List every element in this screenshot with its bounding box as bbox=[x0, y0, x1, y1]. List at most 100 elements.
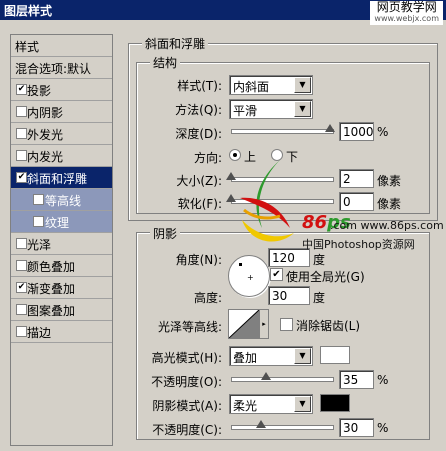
window-title: 图层样式 bbox=[4, 4, 53, 18]
gloss-contour-preview[interactable] bbox=[228, 309, 260, 339]
shadow-mode-select[interactable]: 柔光 ▼ bbox=[229, 394, 313, 414]
style-list-label: 斜面和浮雕 bbox=[27, 172, 88, 186]
size-unit: 像素 bbox=[377, 174, 402, 188]
style-list-checkbox[interactable] bbox=[16, 128, 27, 139]
style-list-checkbox[interactable] bbox=[16, 150, 27, 161]
highlight-mode-select[interactable]: 叠加 ▼ bbox=[229, 346, 313, 366]
style-list-label: 混合选项:默认 bbox=[15, 62, 92, 76]
depth-input[interactable]: 1000 bbox=[339, 122, 374, 141]
style-list-item[interactable]: 光泽 bbox=[11, 233, 112, 255]
style-list-item[interactable]: ✔ 渐变叠加 bbox=[11, 277, 112, 299]
altitude-unit: 度 bbox=[313, 291, 326, 305]
style-list-checkbox[interactable]: ✔ bbox=[16, 172, 27, 183]
style-list-checkbox[interactable] bbox=[16, 304, 27, 315]
style-list-item[interactable]: 描边 bbox=[11, 321, 112, 343]
watermark-webjx: 网页教学网 www.webjx.com bbox=[370, 1, 443, 25]
style-list-item[interactable]: 纹理 bbox=[11, 211, 112, 233]
style-list-checkbox[interactable]: ✔ bbox=[16, 282, 27, 293]
depth-input-value: 1000 bbox=[343, 125, 374, 139]
depth-slider-thumb[interactable] bbox=[325, 124, 335, 132]
soften-unit: 像素 bbox=[377, 197, 402, 211]
gloss-contour-dropdown[interactable]: ▸ bbox=[259, 309, 269, 339]
86ps-logo-icon bbox=[240, 160, 294, 242]
direction-label: 方向: bbox=[193, 151, 222, 165]
shadow-color-swatch[interactable] bbox=[320, 394, 350, 412]
style-list-checkbox[interactable] bbox=[33, 216, 44, 227]
shadow-opacity-value: 30 bbox=[343, 421, 359, 435]
highlight-opacity-track[interactable] bbox=[231, 377, 334, 382]
size-input-value: 2 bbox=[343, 172, 351, 186]
angle-label: 角度(N): bbox=[175, 253, 222, 267]
style-list-checkbox[interactable] bbox=[16, 260, 27, 271]
size-label: 大小(Z): bbox=[176, 174, 222, 188]
style-list-item[interactable]: 颜色叠加 bbox=[11, 255, 112, 277]
style-list-item[interactable]: 外发光 bbox=[11, 123, 112, 145]
style-list-item[interactable]: ✔ 投影 bbox=[11, 79, 112, 101]
bevel-emboss-title: 斜面和浮雕 bbox=[142, 35, 209, 52]
highlight-opacity-input[interactable]: 35 bbox=[339, 370, 374, 389]
structure-title: 结构 bbox=[150, 54, 181, 71]
anti-aliased-checkbox[interactable] bbox=[280, 318, 293, 331]
chevron-down-icon: ▼ bbox=[294, 396, 311, 412]
shadow-opacity-input[interactable]: 30 bbox=[339, 418, 374, 437]
depth-label: 深度(D): bbox=[175, 127, 222, 141]
angle-unit: 度 bbox=[313, 253, 326, 267]
technique-select[interactable]: 平滑 ▼ bbox=[229, 99, 313, 119]
watermark-86-url: .com www.86ps.com bbox=[330, 219, 444, 232]
style-list-checkbox[interactable] bbox=[16, 238, 27, 249]
style-list-panel: 样式 混合选项:默认 ✔ 投影 内阴影 外发光 内发光 ✔ 斜面和浮雕 等高线 纹理 光泽 颜色叠加 ✔ 渐… bbox=[10, 34, 113, 446]
soften-input[interactable]: 0 bbox=[339, 192, 374, 211]
style-list-item[interactable]: 内发光 bbox=[11, 145, 112, 167]
anti-aliased-label: 消除锯齿(L) bbox=[296, 319, 361, 333]
style-list-label: 等高线 bbox=[45, 194, 82, 208]
size-input[interactable]: 2 bbox=[339, 169, 374, 188]
style-list-label: 外发光 bbox=[27, 128, 64, 142]
style-list-checkbox[interactable] bbox=[16, 106, 27, 117]
altitude-label: 高度: bbox=[193, 291, 222, 305]
depth-slider-track[interactable] bbox=[231, 129, 334, 134]
shadow-opacity-thumb[interactable] bbox=[255, 420, 266, 428]
style-select-value: 内斜面 bbox=[233, 80, 270, 94]
style-list-checkbox[interactable] bbox=[33, 194, 44, 205]
style-list-item[interactable]: 等高线 bbox=[11, 189, 112, 211]
altitude-input-value: 30 bbox=[272, 289, 288, 303]
shadow-opacity-track[interactable] bbox=[231, 425, 334, 430]
style-list-label: 内阴影 bbox=[27, 106, 64, 120]
style-list-item[interactable]: 混合选项:默认 bbox=[11, 57, 112, 79]
global-light-label: 使用全局光(G) bbox=[286, 270, 365, 284]
style-label: 样式(T): bbox=[177, 79, 222, 93]
style-list-label: 图案叠加 bbox=[27, 304, 76, 318]
style-list-item[interactable]: ✔ 斜面和浮雕 bbox=[11, 167, 112, 189]
depth-unit: % bbox=[377, 125, 389, 139]
highlight-opacity-label: 不透明度(O): bbox=[151, 375, 222, 389]
shadow-opacity-label: 不透明度(C): bbox=[152, 423, 222, 437]
style-list-label: 渐变叠加 bbox=[27, 282, 76, 296]
style-list-label: 样式 bbox=[15, 40, 40, 54]
watermark-webjx-line2: www.webjx.com bbox=[374, 14, 439, 23]
angle-input-value: 120 bbox=[272, 251, 295, 265]
style-select[interactable]: 内斜面 ▼ bbox=[229, 75, 313, 95]
style-list-item[interactable]: 图案叠加 bbox=[11, 299, 112, 321]
watermark-86-brand-num: 86 bbox=[302, 212, 328, 233]
style-list-checkbox[interactable]: ✔ bbox=[16, 84, 27, 95]
altitude-input[interactable]: 30 bbox=[268, 286, 310, 305]
chevron-down-icon: ▼ bbox=[294, 348, 311, 364]
highlight-opacity-thumb[interactable] bbox=[260, 372, 271, 380]
style-list-label: 纹理 bbox=[45, 216, 70, 230]
style-list-checkbox[interactable] bbox=[16, 326, 27, 337]
highlight-opacity-unit: % bbox=[377, 373, 389, 387]
style-list-label: 颜色叠加 bbox=[27, 260, 76, 274]
angle-dial[interactable]: + bbox=[228, 255, 270, 297]
style-list-label: 描边 bbox=[27, 326, 52, 340]
technique-select-value: 平滑 bbox=[233, 104, 258, 118]
angle-crosshair-icon: + bbox=[247, 273, 254, 282]
global-light-checkbox[interactable]: ✔ bbox=[270, 268, 283, 281]
highlight-color-swatch[interactable] bbox=[320, 346, 350, 364]
shadow-opacity-unit: % bbox=[377, 421, 389, 435]
chevron-down-icon: ▼ bbox=[294, 77, 311, 93]
style-list-item[interactable]: 样式 bbox=[11, 35, 112, 57]
chevron-down-icon: ▼ bbox=[294, 101, 311, 117]
highlight-opacity-value: 35 bbox=[343, 373, 359, 387]
style-list-item[interactable]: 内阴影 bbox=[11, 101, 112, 123]
angle-indicator-icon bbox=[239, 263, 242, 266]
